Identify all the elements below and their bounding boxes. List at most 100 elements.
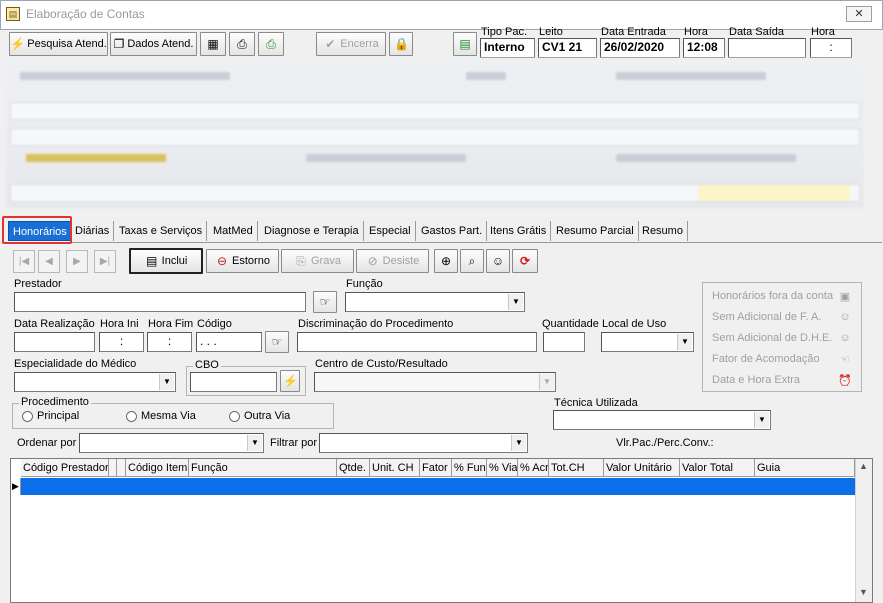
estorno-button[interactable]: ⊖ Estorno <box>206 249 279 273</box>
zoom-button[interactable]: ⊕ <box>434 249 458 273</box>
side-option-sem-adicional-fa[interactable]: Sem Adicional de F. A. <box>712 311 821 323</box>
leito-field[interactable]: CV1 21 <box>538 38 597 58</box>
binoculars-icon: ⌕ <box>468 254 476 268</box>
vlr-label: Vlr.Pac./Perc.Conv.: <box>616 437 714 449</box>
funcao-select[interactable]: ▼ <box>345 292 525 312</box>
grid-header-guia[interactable]: Guia <box>755 459 855 477</box>
estorno-label: Estorno <box>232 255 270 267</box>
table-row[interactable] <box>12 478 855 495</box>
print-green-button[interactable]: ⎙ <box>258 32 284 56</box>
grid-header-blank[interactable] <box>109 459 117 477</box>
grava-label: Grava <box>311 255 341 267</box>
centro-custo-select[interactable]: ▼ <box>314 372 556 392</box>
codigo-lookup-button[interactable]: ☞ <box>265 331 289 353</box>
hora-entrada-field[interactable]: 12:08 <box>683 38 725 58</box>
next-record-button[interactable]: ▶ <box>66 250 88 273</box>
add-document-icon: ▤ <box>145 254 158 268</box>
tecnica-select[interactable]: ▼ <box>553 410 771 430</box>
especialidade-select[interactable]: ▼ <box>14 372 176 392</box>
discriminacao-input[interactable] <box>297 332 537 352</box>
radio-outra-via-label: Outra Via <box>244 410 291 422</box>
tab-diarias[interactable]: Diárias <box>71 221 115 241</box>
data-realizacao-label: Data Realização <box>14 318 95 330</box>
blurred-text <box>466 72 506 80</box>
local-uso-select[interactable]: ▼ <box>601 332 694 352</box>
side-option-fator-acomodacao[interactable]: Fator de Acomodação <box>712 353 820 365</box>
dados-atend-label: Dados Atend. <box>127 38 194 50</box>
dados-atend-button[interactable]: ❐ Dados Atend. <box>110 32 197 56</box>
side-option-sem-adicional-dhe[interactable]: Sem Adicional de D.H.E. <box>712 332 832 344</box>
radio-mesma-via[interactable]: Mesma Via <box>126 410 196 422</box>
grid-header-tot-ch[interactable]: Tot.CH <box>549 459 604 477</box>
grid-header-qtde[interactable]: Qtde. <box>337 459 370 477</box>
print-button[interactable]: ⎙ <box>229 32 255 56</box>
lookup-icon: ☞ <box>319 295 331 309</box>
atendimento-info-button[interactable]: ▤ <box>453 32 477 56</box>
grid-header-valor-unitario[interactable]: Valor Unitário <box>604 459 680 477</box>
tipo-pac-field[interactable]: Interno <box>480 38 535 58</box>
tab-matmed[interactable]: MatMed <box>209 221 258 241</box>
radio-circle <box>229 410 240 422</box>
tab-gastos-part[interactable]: Gastos Part. <box>417 221 488 241</box>
pesquisa-atend-button[interactable]: ⚡ Pesquisa Atend. <box>9 32 108 56</box>
cbo-input[interactable] <box>190 372 277 392</box>
radio-outra-via[interactable]: Outra Via <box>229 410 290 422</box>
side-option-honorarios-fora[interactable]: Honorários fora da conta <box>712 290 833 302</box>
grid-header-unit-ch[interactable]: Unit. CH <box>370 459 420 477</box>
radio-principal[interactable]: Principal <box>22 410 79 422</box>
tab-diagnose-terapia[interactable]: Diagnose e Terapia <box>260 221 364 241</box>
data-saida-field[interactable] <box>728 38 806 58</box>
data-saida-label: Data Saída <box>729 26 785 38</box>
prior-record-button[interactable]: ◀ <box>38 250 60 273</box>
tab-resumo-parcial[interactable]: Resumo Parcial <box>552 221 639 241</box>
tab-especial[interactable]: Especial <box>365 221 416 241</box>
last-record-button[interactable]: ▶| <box>94 250 116 273</box>
grid-vertical-scrollbar[interactable]: ▲ ▼ <box>855 459 872 602</box>
close-button[interactable]: ✕ <box>846 6 872 22</box>
find-button[interactable]: ⌕ <box>460 249 484 273</box>
grid-header-fator[interactable]: Fator <box>420 459 452 477</box>
hora-ini-input[interactable]: : <box>99 332 144 352</box>
tab-resumo[interactable]: Resumo <box>638 221 688 241</box>
grid-header-funcao[interactable]: Função <box>189 459 337 477</box>
tab-itens-gratis[interactable]: Itens Grátis <box>486 221 552 241</box>
encerra-label: Encerra <box>340 38 379 50</box>
codigo-input[interactable]: . . . <box>196 332 262 352</box>
grava-button[interactable]: ⎘ Grava <box>281 249 354 273</box>
refresh-button[interactable]: ⟳ <box>512 249 538 273</box>
users-button[interactable]: ☺ <box>486 249 510 273</box>
cbo-lookup-button[interactable]: ⚡ <box>280 370 300 392</box>
prestador-lookup-button[interactable]: ☞ <box>313 291 337 313</box>
hora-fim-input[interactable]: : <box>147 332 192 352</box>
grid-header-codigo-item[interactable]: Código Item <box>126 459 189 477</box>
encerra-button[interactable]: ✔ Encerra <box>316 32 386 56</box>
report-button[interactable]: ▦ <box>200 32 226 56</box>
scroll-down-icon[interactable]: ▼ <box>859 587 868 597</box>
desiste-label: Desiste <box>382 255 420 267</box>
data-entrada-field[interactable]: 26/02/2020 <box>600 38 680 58</box>
data-realizacao-input[interactable] <box>14 332 95 352</box>
filtrar-select[interactable]: ▼ <box>319 433 528 453</box>
chevron-down-icon: ▼ <box>539 374 554 390</box>
radio-mesma-via-label: Mesma Via <box>141 410 196 422</box>
grid-header-perc-fun[interactable]: % Fun <box>452 459 487 477</box>
quantidade-input[interactable] <box>543 332 585 352</box>
first-icon: |◀ <box>18 256 30 267</box>
hora-saida-field[interactable]: : <box>810 38 852 58</box>
tab-taxas-servicos[interactable]: Taxas e Serviços <box>115 221 208 241</box>
grid-header-perc-via[interactable]: % Via <box>487 459 518 477</box>
grid-header-perc-acr[interactable]: % Acr <box>518 459 549 477</box>
lock-button[interactable]: 🔒 <box>389 32 413 56</box>
ordenar-select[interactable]: ▼ <box>79 433 264 453</box>
grid-header-codigo-prestador[interactable]: Código Prestador <box>21 459 109 477</box>
first-record-button[interactable]: |◀ <box>13 250 35 273</box>
side-option-data-hora-extra[interactable]: Data e Hora Extra <box>712 374 800 386</box>
prestador-input[interactable] <box>14 292 306 312</box>
cbo-label: CBO <box>193 359 221 371</box>
scroll-up-icon[interactable]: ▲ <box>859 461 868 471</box>
patient-info-blurred <box>6 58 864 208</box>
grid-header-valor-total[interactable]: Valor Total <box>680 459 755 477</box>
desiste-button[interactable]: ⊘ Desiste <box>356 249 429 273</box>
grid-header-blank[interactable] <box>117 459 126 477</box>
inclui-button[interactable]: ▤ Inclui <box>129 248 203 274</box>
